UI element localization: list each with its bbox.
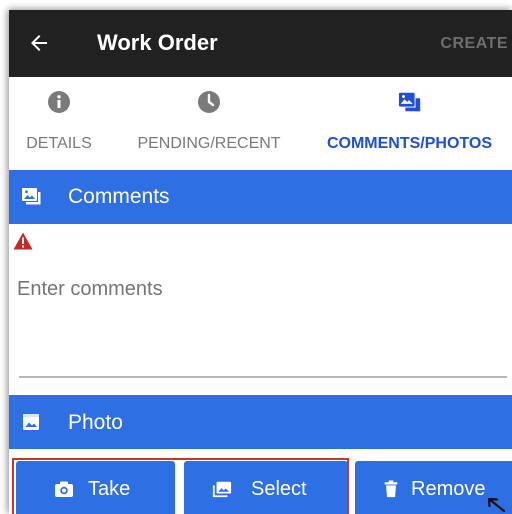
photo-section-title: Photo	[68, 411, 123, 434]
take-button-label: Take	[88, 478, 131, 500]
clock-icon	[198, 91, 220, 113]
photos-icon	[398, 92, 420, 112]
select-button-label: Select	[251, 478, 307, 500]
tab-pending-recent[interactable]: PENDING/RECENT	[119, 77, 299, 167]
app-bar: Work Order CREATE	[9, 10, 512, 77]
photo-frame-icon	[23, 414, 39, 430]
gallery-icon	[212, 481, 232, 498]
trash-icon	[384, 480, 398, 498]
comments-input[interactable]	[17, 278, 502, 301]
tab-comments-photos-label: COMMENTS/PHOTOS	[326, 135, 493, 152]
info-icon	[48, 91, 70, 113]
comments-input-underline	[19, 376, 507, 378]
image-icon	[22, 188, 41, 205]
cursor-arrow-icon	[487, 497, 506, 513]
tab-details[interactable]: DETAILS	[9, 77, 109, 167]
tab-pending-recent-label: PENDING/RECENT	[137, 135, 281, 152]
comments-section-header: Comments	[9, 170, 512, 224]
select-photo-button[interactable]: Select	[184, 461, 348, 514]
create-button[interactable]: CREATE	[440, 35, 508, 53]
camera-icon	[55, 481, 73, 497]
arrow-left-icon[interactable]	[27, 31, 51, 55]
comments-section-title: Comments	[68, 185, 170, 208]
remove-button-label: Remove	[411, 478, 486, 500]
tab-bar: DETAILS PENDING/RECENT COMMENTS/PHOTOS	[9, 77, 512, 167]
warning-icon	[13, 232, 33, 250]
page-title: Work Order	[97, 30, 218, 55]
photo-section-header: Photo	[9, 395, 512, 449]
take-photo-button[interactable]: Take	[16, 461, 175, 514]
tab-comments-photos[interactable]: COMMENTS/PHOTOS	[307, 77, 512, 167]
work-order-screen: Work Order CREATE DETAILS PENDING/RECENT	[9, 10, 512, 514]
tab-details-label: DETAILS	[26, 135, 92, 152]
